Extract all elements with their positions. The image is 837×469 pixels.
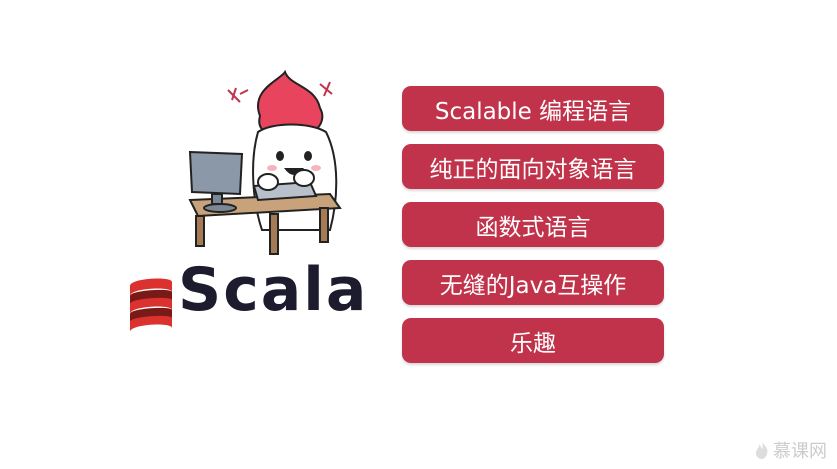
feature-item-scalable: Scalable 编程语言	[402, 86, 664, 131]
feature-item-fun: 乐趣	[402, 318, 664, 363]
scala-wordmark: Scala	[178, 255, 369, 325]
feature-item-java-interop: 无缝的Java互操作	[402, 260, 664, 305]
flame-icon	[756, 441, 768, 459]
feature-item-object-oriented: 纯正的面向对象语言	[402, 144, 664, 189]
feature-list: Scalable 编程语言 纯正的面向对象语言 函数式语言 无缝的Java互操作…	[402, 86, 664, 376]
slide: Scala Scalable 编程语言 纯正的面向对象语言 函数式语言 无缝的J…	[0, 0, 837, 469]
scala-logo-icon	[130, 278, 172, 332]
scala-logo: Scala	[128, 260, 366, 338]
mascot-illustration	[188, 70, 342, 255]
feature-item-functional: 函数式语言	[402, 202, 664, 247]
watermark: 慕课网	[755, 437, 827, 463]
watermark-text: 慕课网	[773, 441, 827, 462]
